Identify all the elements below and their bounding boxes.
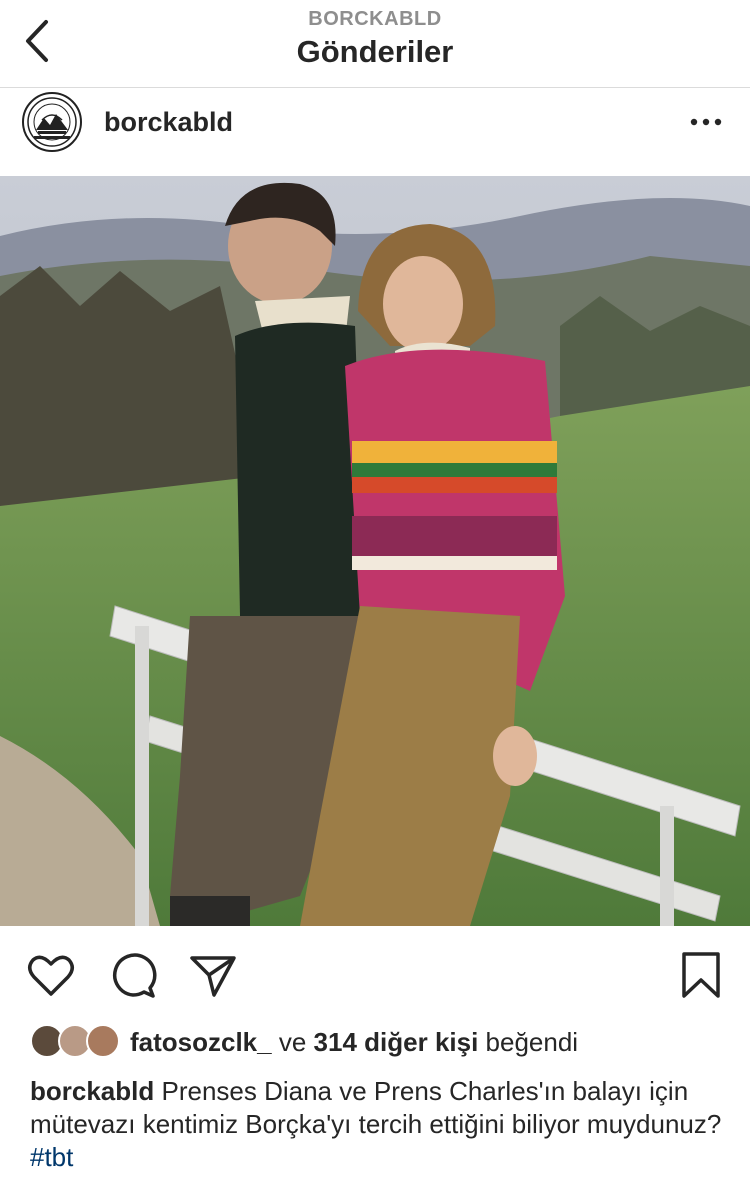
- liker-username[interactable]: fatosozclk_: [130, 1027, 272, 1057]
- comment-button[interactable]: [108, 950, 158, 1000]
- post-username[interactable]: borckabld: [104, 107, 233, 138]
- caption-username[interactable]: borckabld: [30, 1076, 154, 1106]
- likes-suffix: beğendi: [485, 1027, 579, 1057]
- likes-row[interactable]: fatosozclk_ ve 314 diğer kişi beğendi: [30, 1022, 730, 1062]
- comment-icon: [112, 953, 157, 998]
- more-options-button[interactable]: [688, 112, 724, 132]
- post-image: [0, 176, 750, 926]
- municipality-logo-icon: [27, 97, 77, 147]
- heart-icon: [28, 955, 74, 996]
- share-icon: [190, 956, 236, 997]
- nav-header: BORCKABLD Gönderiler: [0, 0, 750, 88]
- post-header: borckabld: [0, 88, 750, 176]
- page-title: Gönderiler: [296, 34, 454, 69]
- post-caption: borckabld Prenses Diana ve Prens Charles…: [30, 1075, 725, 1174]
- post-actions: [0, 940, 750, 1010]
- like-button[interactable]: [26, 950, 76, 1000]
- more-horizontal-icon: [690, 118, 722, 126]
- header-subtitle: BORCKABLD: [308, 8, 442, 30]
- likes-summary: fatosozclk_ ve 314 diğer kişi beğendi: [130, 1027, 578, 1058]
- share-button[interactable]: [188, 950, 238, 1000]
- bookmark-icon: [682, 952, 720, 998]
- likes-connector: ve: [278, 1027, 307, 1057]
- post-photo[interactable]: [0, 176, 750, 926]
- likes-count[interactable]: 314 diğer kişi: [314, 1027, 479, 1057]
- liker-avatar-3[interactable]: [86, 1024, 120, 1058]
- caption-hashtag[interactable]: #tbt: [30, 1142, 73, 1172]
- profile-avatar[interactable]: [22, 92, 82, 152]
- save-button[interactable]: [676, 950, 726, 1000]
